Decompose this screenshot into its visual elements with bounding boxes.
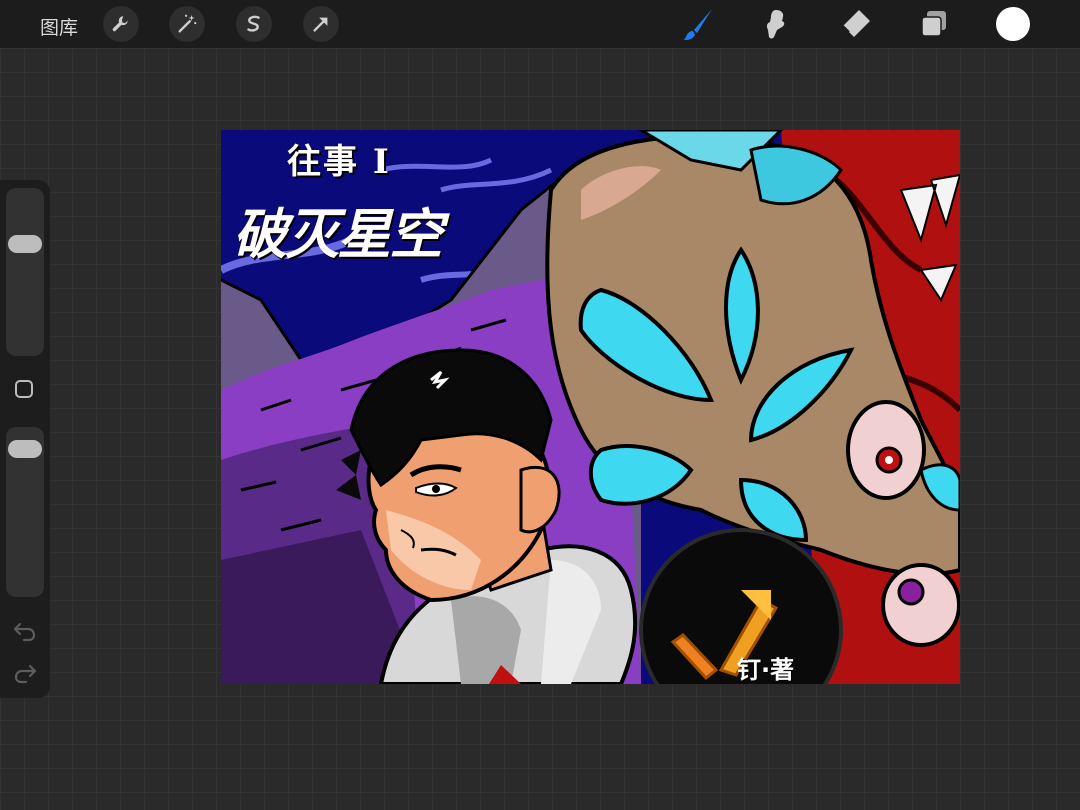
artwork-title-line2: 破灭星空 [229,202,454,266]
undo-icon[interactable] [12,618,38,644]
wrench-icon [112,16,128,32]
artwork-title: 往事 I 破灭星空 [230,134,539,284]
actions-button[interactable] [103,6,139,42]
brush-tool[interactable] [680,6,716,42]
selection-icon [247,15,260,32]
layers-icon [921,11,946,37]
modify-button[interactable] [15,380,33,398]
transform-arrow-icon [313,17,328,32]
transform-button[interactable] [303,6,339,42]
eraser-icon [842,10,870,37]
eraser-tool[interactable] [838,6,874,42]
drawing-canvas[interactable]: 往事 I 破灭星空 钉·著 [221,130,960,684]
smudge-icon [766,10,785,39]
top-toolbar: 图库 [0,0,1080,48]
smudge-tool[interactable] [758,6,794,42]
redo-icon[interactable] [12,660,38,686]
monster-eye-lower [881,563,960,647]
left-sidebar [0,180,50,698]
selection-button[interactable] [236,6,272,42]
color-picker-swatch[interactable] [996,7,1030,41]
artwork-signature: 钉·著 [737,656,795,684]
layers-tool[interactable] [916,6,952,42]
adjustments-button[interactable] [169,6,205,42]
opacity-thumb[interactable] [8,440,42,458]
brush-size-thumb[interactable] [8,235,42,254]
artwork-title-line1: 往事 I [287,142,391,182]
opacity-slider[interactable] [6,427,44,597]
brush-icon [683,9,712,40]
brush-size-slider[interactable] [6,188,44,356]
magic-wand-icon [178,14,197,33]
gallery-button[interactable]: 图库 [40,13,78,40]
